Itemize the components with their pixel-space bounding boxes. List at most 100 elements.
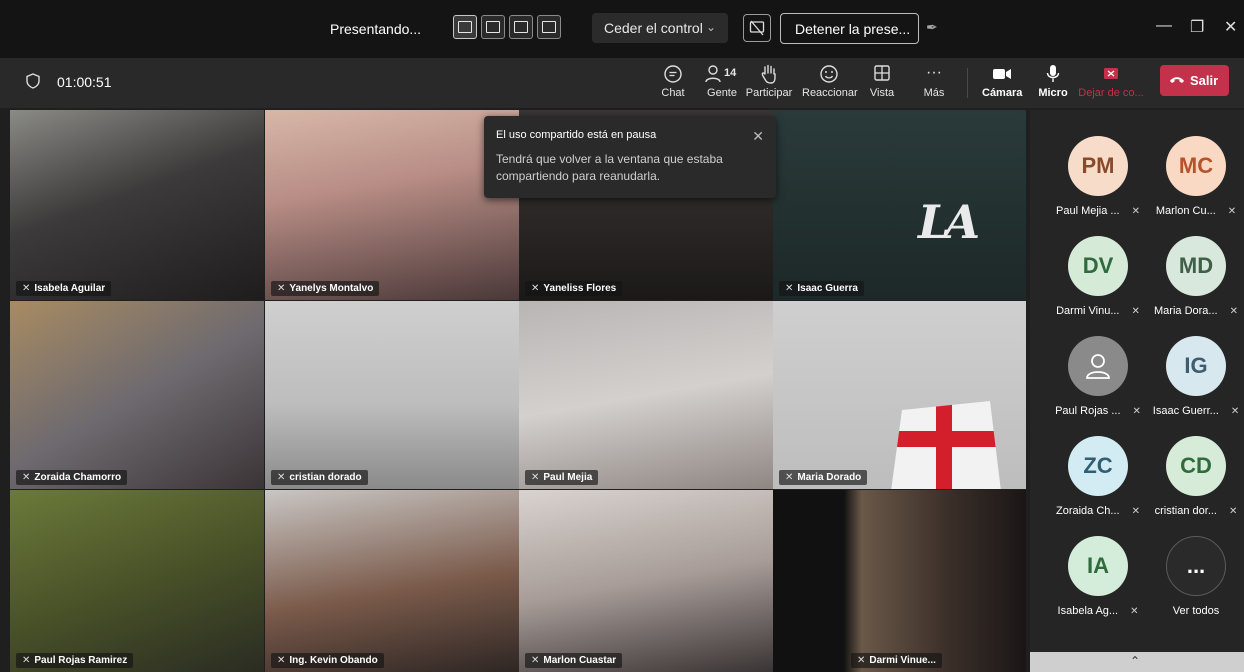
mic-off-icon: ✕: [1227, 206, 1237, 217]
side-by-side-mode-icon[interactable]: [509, 15, 533, 39]
view-label: Vista: [869, 87, 895, 99]
presenter-mode-group: [453, 15, 561, 39]
mic-off-icon: ✕: [1131, 306, 1140, 317]
participant-name: ✕ Isaac Guerra: [779, 281, 864, 296]
roster-item[interactable]: PM Paul Mejia ... ✕: [1048, 136, 1148, 217]
camera-label: Cámara: [982, 87, 1023, 99]
maximize-icon[interactable]: ❐: [1190, 17, 1204, 37]
video-tile[interactable]: ✕ Maria Dorado: [773, 301, 1026, 489]
stop-camera-share-button[interactable]: [743, 14, 771, 42]
mic-off-icon: ✕: [22, 655, 31, 666]
standout-mode-icon[interactable]: [481, 15, 505, 39]
leave-button[interactable]: Salir: [1160, 65, 1229, 96]
close-icon[interactable]: ✕: [752, 128, 764, 145]
roster-item[interactable]: CD cristian dor... ✕: [1146, 436, 1244, 517]
flag-image: [891, 401, 1001, 489]
roster-item[interactable]: DV Darmi Vinu... ✕: [1048, 236, 1148, 317]
content-only-mode-icon[interactable]: [453, 15, 477, 39]
camera-button[interactable]: Cámara: [982, 62, 1022, 102]
mic-off-icon: ✕: [22, 283, 31, 294]
shield-icon: [26, 73, 40, 89]
roster-name: Maria Dora...: [1154, 305, 1218, 317]
view-all-button[interactable]: ... Ver todos: [1146, 536, 1244, 617]
video-tile[interactable]: ✕ cristian dorado: [265, 301, 519, 489]
video-tile[interactable]: ✕ Isabela Aguilar: [10, 110, 264, 300]
toolbar-divider: [967, 68, 968, 98]
roster-name: Isabela Ag...: [1057, 605, 1119, 617]
roster-item[interactable]: MC Marlon Cu... ✕: [1146, 136, 1244, 217]
roster-name: Zoraida Ch...: [1056, 505, 1120, 517]
participant-name: ✕ cristian dorado: [271, 470, 368, 485]
minimize-icon[interactable]: —: [1156, 17, 1172, 35]
sharing-paused-notification: El uso compartido está en pausa Tendrá q…: [484, 116, 776, 198]
roster-item[interactable]: Paul Rojas ... ✕: [1048, 336, 1148, 417]
people-icon: [705, 65, 721, 83]
microphone-icon: [1046, 65, 1060, 82]
more-dots-icon: ...: [1166, 536, 1226, 596]
mic-off-icon: ✕: [1230, 406, 1240, 417]
avatar: [1068, 336, 1128, 396]
pin-icon[interactable]: ✒: [926, 19, 938, 36]
more-button[interactable]: ··· Más: [918, 62, 950, 102]
chevron-down-icon: ⌄: [705, 20, 716, 34]
people-button[interactable]: 14 Gente: [702, 62, 742, 102]
self-view-preview[interactable]: ⌃: [1030, 652, 1244, 672]
presenting-label: Presentando...: [330, 21, 422, 37]
chevron-up-icon[interactable]: ⌃: [1130, 654, 1140, 668]
mic-off-icon: ✕: [785, 283, 794, 294]
video-tile[interactable]: ✕ Ing. Kevin Obando: [265, 490, 519, 672]
mic-off-icon: ✕: [1228, 506, 1238, 517]
people-count: 14: [724, 67, 737, 79]
mic-off-icon: ✕: [531, 655, 540, 666]
react-button[interactable]: Reaccionar: [802, 62, 858, 102]
person-icon: [1086, 354, 1110, 379]
video-tile[interactable]: ✕ Zoraida Chamorro: [10, 301, 264, 489]
smiley-icon: [820, 65, 838, 83]
video-tile[interactable]: ✕ Paul Rojas Ramirez: [10, 490, 264, 672]
participant-name: ✕ Paul Rojas Ramirez: [16, 653, 134, 668]
roster-name: Darmi Vinu...: [1056, 305, 1120, 317]
grid-view-icon: [874, 65, 890, 81]
camera-icon: [993, 69, 1011, 79]
avatar: ZC: [1068, 436, 1128, 496]
participant-name: ✕ Darmi Vinue...: [851, 653, 942, 668]
participant-name: ✕ Ing. Kevin Obando: [271, 653, 384, 668]
video-tile[interactable]: LA ✕ Isaac Guerra: [773, 110, 1026, 300]
video-tile[interactable]: ✕ Darmi Vinue...: [773, 490, 1026, 672]
participant-name: ✕ Yaneliss Flores: [525, 281, 623, 296]
more-dots-icon: ···: [926, 64, 942, 81]
sharing-control-bar: Presentando... Ceder el control ⌄ Detene…: [0, 0, 1244, 58]
give-control-dropdown[interactable]: Ceder el control ⌄: [592, 13, 728, 43]
view-button[interactable]: Vista: [864, 62, 900, 102]
participant-name: ✕ Zoraida Chamorro: [16, 470, 128, 485]
avatar: PM: [1068, 136, 1128, 196]
stop-sharing-label: Dejar de co...: [1078, 87, 1144, 99]
cap-logo-image: LA: [918, 195, 980, 249]
reporter-mode-icon[interactable]: [537, 15, 561, 39]
stop-sharing-button[interactable]: Dejar de co...: [1078, 62, 1144, 102]
participant-name: ✕ Marlon Cuastar: [525, 653, 623, 668]
hand-icon: [761, 64, 776, 84]
notification-title: El uso compartido está en pausa: [496, 129, 657, 141]
mic-off-icon: ✕: [1229, 306, 1238, 317]
roster-item[interactable]: MD Maria Dora... ✕: [1146, 236, 1244, 317]
chat-icon: [664, 65, 682, 83]
roster-item[interactable]: ZC Zoraida Ch... ✕: [1048, 436, 1148, 517]
video-tile[interactable]: ✕ Marlon Cuastar: [519, 490, 773, 672]
stop-presenting-button[interactable]: Detener la prese...: [780, 13, 919, 44]
raise-hand-button[interactable]: Participar: [740, 62, 798, 102]
teams-meeting-window: Presentando... Ceder el control ⌄ Detene…: [0, 0, 1244, 672]
close-icon[interactable]: ✕: [1224, 17, 1237, 37]
chat-button[interactable]: Chat: [654, 62, 692, 102]
avatar: MC: [1166, 136, 1226, 196]
participant-name: ✕ Yanelys Montalvo: [271, 281, 380, 296]
roster-item[interactable]: IA Isabela Ag... ✕: [1048, 536, 1148, 617]
meeting-toolbar: 01:00:51 Chat 14 Gente Participar Reacci…: [0, 58, 1244, 108]
video-tile[interactable]: ✕ Yanelys Montalvo: [265, 110, 519, 300]
mic-off-icon: ✕: [22, 472, 31, 483]
participant-name: ✕ Isabela Aguilar: [16, 281, 112, 296]
mic-off-icon: ✕: [1131, 506, 1140, 517]
roster-item[interactable]: IG Isaac Guerr... ✕: [1146, 336, 1244, 417]
mic-button[interactable]: Micro: [1036, 62, 1070, 102]
video-tile[interactable]: ✕ Paul Mejia: [519, 301, 773, 489]
